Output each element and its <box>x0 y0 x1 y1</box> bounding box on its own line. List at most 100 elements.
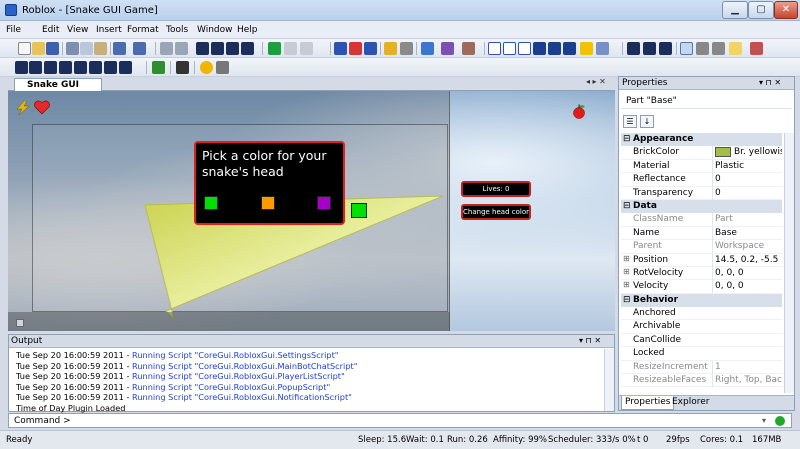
command-dropdown-icon[interactable]: ▾ <box>762 416 766 425</box>
property-row-archivable[interactable]: Archivable✓ <box>621 320 782 334</box>
ungroup-icon[interactable] <box>175 42 188 55</box>
output-panel-controls[interactable]: ▾ ⊓ ✕ <box>579 335 601 347</box>
category-data[interactable]: ⊟ Data <box>621 199 782 214</box>
output-scrollbar[interactable] <box>604 349 614 411</box>
orange-color-swatch[interactable] <box>261 196 275 210</box>
play-icon[interactable] <box>268 42 281 55</box>
wrench-icon[interactable] <box>680 42 693 55</box>
paint-bucket-icon[interactable] <box>421 42 434 55</box>
menu-tools[interactable]: Tools <box>166 25 188 35</box>
open-folder-icon[interactable] <box>32 42 45 55</box>
change-head-color-button[interactable]: Change head color <box>461 204 531 220</box>
redo-icon[interactable] <box>133 42 146 55</box>
property-row-transparency[interactable]: Transparency 0 <box>621 186 782 200</box>
camera-side-icon[interactable] <box>563 42 576 55</box>
categorized-sort-icon[interactable]: ☰ <box>623 115 637 128</box>
maximize-button[interactable]: ▢ <box>748 1 774 19</box>
property-row-classname[interactable]: ClassName Part <box>621 213 782 227</box>
property-row-brickcolor[interactable]: BrickColor Br. yellowish green <box>621 146 782 160</box>
command-bar[interactable]: Command > ▾ <box>8 413 792 428</box>
alphabetical-sort-icon[interactable]: ↓ <box>640 115 654 128</box>
move-down-icon[interactable] <box>241 42 254 55</box>
game-viewport[interactable]: Pick a color for your snake's head Lives… <box>8 91 615 331</box>
select-arrow-icon[interactable] <box>334 42 347 55</box>
hand-icon[interactable] <box>659 42 672 55</box>
close-button[interactable]: ✕ <box>774 1 798 19</box>
anchor-icon[interactable] <box>400 42 413 55</box>
rotate-icon[interactable] <box>196 42 209 55</box>
copy-icon[interactable] <box>80 42 93 55</box>
property-row-reflectance[interactable]: Reflectance 0 <box>621 173 782 187</box>
smiley-icon[interactable] <box>200 61 213 74</box>
property-row-cancollide[interactable]: CanCollide✓ <box>621 334 782 348</box>
property-row-rotvelocity[interactable]: ⊞ RotVelocity 0, 0, 0 <box>621 266 782 281</box>
resize-tool-icon[interactable] <box>364 42 377 55</box>
property-row-material[interactable]: Material Plastic <box>621 159 782 174</box>
run-command-icon[interactable] <box>775 416 785 426</box>
camera-fit-icon[interactable] <box>488 42 501 55</box>
stop-icon[interactable] <box>300 42 313 55</box>
menu-insert[interactable]: Insert <box>96 25 122 35</box>
move-up-icon[interactable] <box>226 42 239 55</box>
arrow-up-icon[interactable] <box>44 61 57 74</box>
arrow-down-icon[interactable] <box>59 61 72 74</box>
arrow-right-icon[interactable] <box>29 61 42 74</box>
tree-icon[interactable] <box>152 61 165 74</box>
category-behavior[interactable]: ⊟ Behavior <box>621 293 782 308</box>
surface-icon[interactable] <box>462 42 475 55</box>
tools-icon[interactable] <box>750 42 763 55</box>
hand-grab-icon[interactable] <box>216 61 229 74</box>
property-row-velocity[interactable]: ⊞ Velocity 0, 0, 0 <box>621 280 782 294</box>
camera-zoom-icon[interactable] <box>503 42 516 55</box>
reset-icon[interactable] <box>643 42 656 55</box>
paste-icon[interactable] <box>94 42 107 55</box>
zoom-icon[interactable] <box>596 42 609 55</box>
apple-icon[interactable] <box>571 103 587 119</box>
menu-edit[interactable]: Edit <box>42 25 59 35</box>
camera-pan-icon[interactable] <box>518 42 531 55</box>
property-row-locked[interactable]: Locked <box>621 347 782 361</box>
property-row-resizeincrement[interactable]: ResizeIncrement 1 <box>621 360 782 375</box>
camera-front-icon[interactable] <box>548 42 561 55</box>
save-icon[interactable] <box>46 42 59 55</box>
tab-explorer[interactable]: Explorer <box>669 396 712 410</box>
material-icon[interactable] <box>441 42 454 55</box>
heart-icon[interactable] <box>34 100 50 115</box>
property-row-name[interactable]: Name Base <box>621 226 782 241</box>
cut-icon[interactable] <box>66 42 79 55</box>
settings-icon[interactable] <box>712 42 725 55</box>
property-row-parent[interactable]: Parent Workspace <box>621 240 782 254</box>
arrow-left-icon[interactable] <box>15 61 28 74</box>
expand-icon[interactable] <box>119 61 132 74</box>
purple-color-swatch[interactable] <box>317 196 331 210</box>
gears-icon[interactable] <box>696 42 709 55</box>
property-row-resizeablefaces[interactable]: ResizeableFacesRight, Top, Back, Le <box>621 374 782 388</box>
notes-icon[interactable] <box>729 42 742 55</box>
pause-icon[interactable] <box>284 42 297 55</box>
menu-file[interactable]: File <box>6 25 21 35</box>
new-file-icon[interactable] <box>18 42 31 55</box>
lock-icon[interactable] <box>384 42 397 55</box>
minimize-button[interactable]: ▁ <box>722 1 748 19</box>
menu-view[interactable]: View <box>67 25 88 35</box>
tab-properties[interactable]: Properties <box>621 396 675 410</box>
raise-icon[interactable] <box>74 61 87 74</box>
warning-icon[interactable] <box>580 42 593 55</box>
collapse-icon[interactable] <box>104 61 117 74</box>
category-appearance[interactable]: ⊟ Appearance <box>621 133 782 147</box>
property-row-anchored[interactable]: Anchored✓ <box>621 307 782 321</box>
cursor-icon[interactable] <box>627 42 640 55</box>
document-tab-controls[interactable]: ◂ ▸ ✕ <box>586 77 606 86</box>
tab-snake-gui-game[interactable]: Snake GUI Game <box>14 78 102 102</box>
menu-help[interactable]: Help <box>237 25 258 35</box>
menu-format[interactable]: Format <box>127 25 159 35</box>
camera-top-icon[interactable] <box>533 42 546 55</box>
property-row-position[interactable]: ⊞ Position 14.5, 0.2, -5.5 <box>621 253 782 267</box>
group-icon[interactable] <box>160 42 173 55</box>
lightning-icon[interactable] <box>15 101 31 115</box>
menu-window[interactable]: Window <box>197 25 233 35</box>
lower-icon[interactable] <box>89 61 102 74</box>
green-color-swatch[interactable] <box>204 196 218 210</box>
cube-icon[interactable] <box>176 61 189 74</box>
move-tool-icon[interactable] <box>349 42 362 55</box>
